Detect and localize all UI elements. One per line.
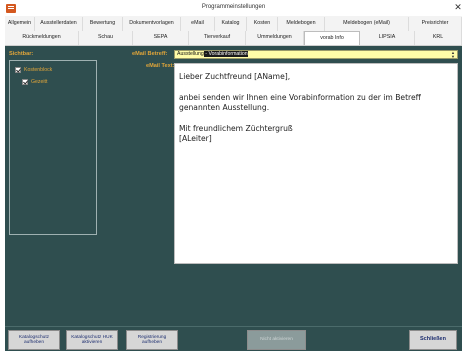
tab-ummeldungen[interactable]: Ummeldungen <box>246 31 304 45</box>
tab-schau[interactable]: Schau <box>79 31 133 45</box>
tree-item-label: Kostenblock <box>24 67 53 73</box>
tab-strip: Allgemein Ausstellerdaten Bewertung Doku… <box>5 16 462 46</box>
body-line-closing: Mit freundlichem Züchtergruß <box>179 124 293 133</box>
close-icon[interactable]: ✕ <box>453 3 463 13</box>
visibility-tree: Kostenblock Gezeitt <box>9 60 97 235</box>
tab-allgemein[interactable]: Allgemein <box>5 17 35 31</box>
tab-katalog[interactable]: Katalog <box>215 17 247 31</box>
body-line-greeting: Lieber Zuchtfreund [AName], <box>179 72 291 81</box>
body-line-content: anbei senden wir Ihnen eine Vorabinforma… <box>179 92 421 113</box>
tab-lipsia[interactable]: LIPSIA <box>360 31 415 45</box>
tab-meldebogen-email[interactable]: Meldebogen (eMail) <box>325 17 409 31</box>
visibility-label: Sichtbar: <box>9 51 34 57</box>
checkbox-checked-icon[interactable] <box>22 79 28 85</box>
tab-rueckmeldungen[interactable]: Rückmeldungen <box>5 31 79 45</box>
close-button[interactable]: Schließen <box>409 330 457 350</box>
tab-email[interactable]: eMail <box>181 17 215 31</box>
subject-label: eMail Betreff: <box>132 51 168 57</box>
spin-arrows-icon[interactable]: ▲ ▼ <box>451 51 455 58</box>
tree-item-gezeitt[interactable]: Gezeitt <box>22 79 47 85</box>
text-label: eMail Text: <box>146 63 175 69</box>
body-line-signature: [ALeiter] <box>179 134 212 144</box>
tab-meldebogen[interactable]: Meldebogen <box>278 17 325 31</box>
email-body-textarea[interactable]: Lieber Zuchtfreund [AName], anbei senden… <box>174 63 458 264</box>
checkbox-checked-icon[interactable] <box>15 67 21 73</box>
registration-button[interactable]: Registrierung aufheben <box>126 330 178 350</box>
tab-row-1: Allgemein Ausstellerdaten Bewertung Doku… <box>5 17 462 31</box>
tab-dokumentvorlagen[interactable]: Dokumentvorlagen <box>123 17 181 31</box>
settings-panel: Sichtbar: Kostenblock Gezeitt eMail Betr… <box>5 46 462 326</box>
window-title: Programmeinstellungen <box>201 4 266 10</box>
tab-sepa[interactable]: SEPA <box>133 31 189 45</box>
catalog-protect-huk-button[interactable]: Katalogschutz HUK aktivieren <box>66 330 118 350</box>
tab-kosten[interactable]: Kosten <box>247 17 278 31</box>
tab-tierverkauf[interactable]: Tierverkauf <box>189 31 246 45</box>
disabled-button: Nicht aktivieren <box>247 330 306 350</box>
subject-selected-text: - Vorabinformation <box>203 51 248 57</box>
subject-text: Ausstellung <box>177 51 204 57</box>
tab-row-2: Rückmeldungen Schau SEPA Tierverkauf Umm… <box>5 31 462 45</box>
catalog-protect-button[interactable]: Katalogschutz aufheben <box>8 330 60 350</box>
tab-bewertung[interactable]: Bewertung <box>83 17 123 31</box>
settings-window: Programmeinstellungen ✕ Allgemein Ausste… <box>0 0 467 351</box>
title-bar: Programmeinstellungen ✕ <box>0 0 467 16</box>
tab-ausstellerdaten[interactable]: Ausstellerdaten <box>35 17 83 31</box>
tab-krl[interactable]: KRL <box>415 31 462 45</box>
tab-vorab-info[interactable]: vorab Info <box>304 31 360 45</box>
tab-preisrichter[interactable]: Preisrichter <box>409 17 462 31</box>
tree-item-label: Gezeitt <box>31 79 48 85</box>
subject-input[interactable]: Ausstellung - Vorabinformation ▲ ▼ <box>174 50 458 59</box>
tree-item-kostenblock[interactable]: Kostenblock <box>15 67 52 73</box>
bottom-bar: Katalogschutz aufheben Katalogschutz HUK… <box>5 326 462 351</box>
